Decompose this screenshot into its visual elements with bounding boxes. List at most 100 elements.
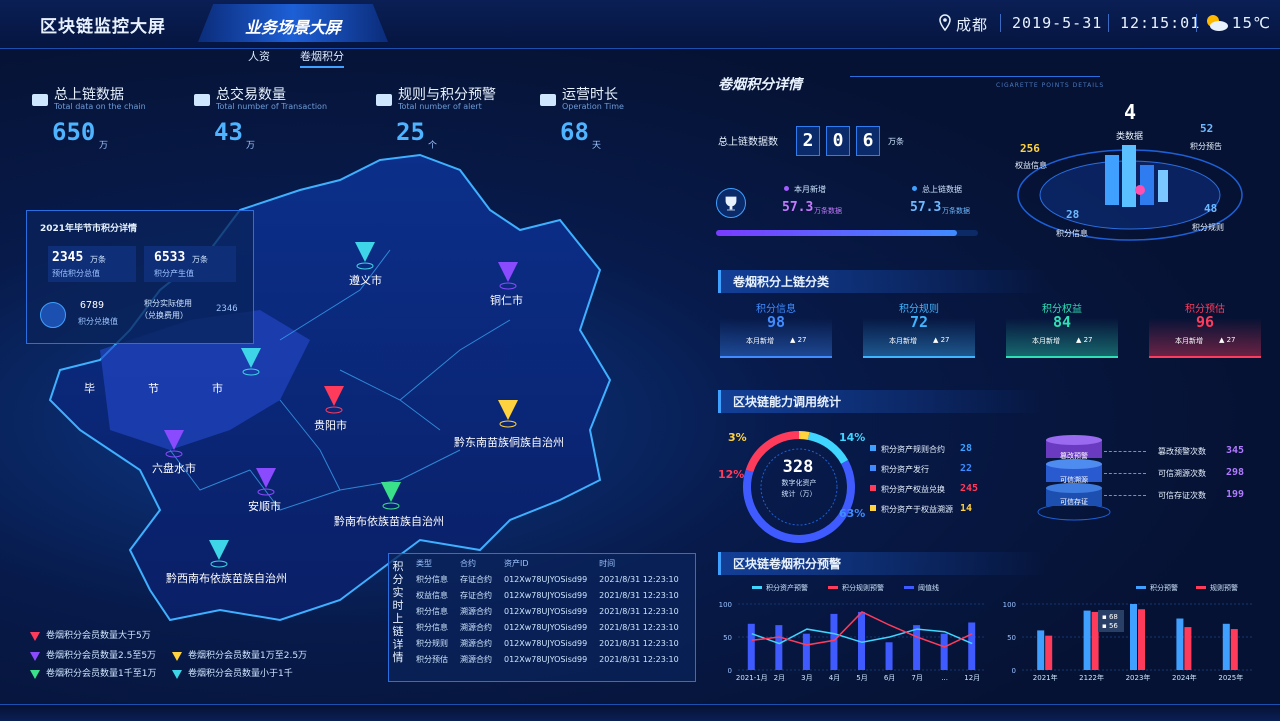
x-tick-label: 2月 [774,674,785,682]
table-cell: 012Xw78UJYOSisd99 [504,638,588,648]
ring-item-label: 积分规则 [1192,223,1224,232]
total-chain-label: 总上链数据数 [718,137,778,148]
map-marker-icon[interactable] [497,260,519,290]
table-row[interactable]: 积分信息 溯源合约 012Xw78UJYOSisd99 2021/8/31 12:23… [410,603,685,619]
map-region-label[interactable]: 铜仁市 [490,292,523,308]
ability-item-label: 积分资产发行 [881,465,929,474]
ability-item-value: 22 [960,463,973,474]
x-tick-label: 2021-1月 [736,674,768,682]
ability-item-label: 积分资产于权益溯源 [881,505,953,514]
legend-swatch [1136,586,1146,589]
table-row[interactable]: 积分规则 溯源合约 012Xw78UJYOSisd99 2021/8/31 12:23… [410,635,685,651]
legend-swatch [828,586,838,589]
map-marker-icon[interactable] [380,480,402,510]
table-row[interactable]: 积分信息 溯源合约 012Xw78UJYOSisd99 2021/8/31 12:23… [410,619,685,635]
subtab-cigarette-points[interactable]: 卷烟积分 [300,48,344,68]
map-region-label[interactable]: 遵义市 [349,272,382,288]
pct-label: 63% [839,507,866,520]
ring-item-label: 积分预告 [1190,142,1222,151]
ring-item-value: 48 [1204,202,1218,215]
bar [1083,610,1091,670]
total-chain-value: 57.3 [910,200,942,215]
donut-center-label: 数字化资产 [781,479,817,487]
map-marker-icon[interactable] [255,466,277,496]
table-cell: 2021/8/31 12:23:10 [599,590,679,600]
table-cell: 2021/8/31 12:23:10 [599,638,679,648]
map-region-label[interactable]: 六盘水市 [152,460,196,476]
map-region-label[interactable]: 毕 [84,380,95,396]
legend-marker-icon [172,648,182,661]
map-region-label[interactable]: 安顺市 [248,498,281,514]
table-row[interactable]: 权益信息 存证合约 012Xw78UJYOSisd99 2021/8/31 12:23… [410,587,685,603]
stack-label-tamper: 篡改预警 [1060,452,1088,460]
classify-card-value: 72 [909,313,929,331]
map-marker-icon[interactable] [208,538,230,568]
popup-produced-value: 6533 [154,250,186,265]
bar [1222,623,1230,670]
map-marker-icon[interactable] [497,398,519,428]
donut-center-value: 328 [782,457,814,477]
stack-label-evidence: 可信存证 [1060,498,1088,506]
chain-progress-fill [716,230,958,236]
pct-label: 3% [728,431,747,444]
classify-card-new-value: ▲ 27 [933,336,950,344]
table-cell: 积分信息 [416,574,448,584]
table-cell: 积分信息 [416,622,448,632]
bar [1045,635,1053,670]
map-region-label[interactable]: 贵阳市 [314,417,347,433]
ability-item-label: 积分资产规则合约 [881,445,945,454]
classify-card-new-label: 本月新增 [1032,337,1060,345]
app-title: 区块链监控大屏 [40,17,166,37]
popup-exchange-label: 积分兑换值 [78,317,118,326]
ability-title: 区块链能力调用统计 [718,390,1045,413]
ring-center-value: 4 [1124,100,1137,124]
legend-marker-icon [30,648,40,661]
y-tick-label: 0 [728,667,732,675]
legend-swatch [752,586,762,589]
map-region-label[interactable]: 黔西南布依族苗族自治州 [166,570,287,586]
x-tick-label: 5月 [856,674,867,682]
map-legend-label: 卷烟积分会员数量小于1千 [188,669,293,679]
stat-value: 68 [560,118,589,146]
x-tick-label: 12月 [964,674,980,682]
clock-icon [538,90,558,110]
legend-label: 积分资产预警 [766,583,808,592]
table-row[interactable]: 积分信息 存证合约 012Xw78UJYOSisd99 2021/8/31 12:23… [410,571,685,587]
map-region-label[interactable]: 黔南布依族苗族自治州 [334,513,444,529]
table-header: 资产ID [504,559,529,568]
table-row[interactable]: 积分预估 溯源合约 012Xw78UJYOSisd99 2021/8/31 12:23… [410,651,685,667]
realtime-table: 类型 合约 资产ID 时间 积分信息 存证合约 012Xw78UJYOSisd99 2021… [410,556,685,667]
connector-line [1104,473,1146,474]
map-region-label[interactable]: 节 [148,380,159,396]
popup-title: 2021年毕节市积分详情 [40,224,138,234]
ability-right-label: 可信溯源次数 [1158,469,1206,478]
legend-swatch [904,586,914,589]
map-marker-icon[interactable] [240,346,262,376]
classify-card-new-value: ▲ 27 [790,336,807,344]
table-cell: 存证合约 [460,574,492,584]
map-marker-icon[interactable] [323,384,345,414]
ring-center-label: 类数据 [1116,132,1144,142]
subtab-hr[interactable]: 人资 [248,48,270,64]
map-marker-icon[interactable] [163,428,185,458]
x-tick-label: 3月 [801,674,812,682]
bar [1176,618,1184,670]
tab-business-scene[interactable]: 业务场景大屏 [198,14,388,38]
bar [830,613,838,670]
popup-estimate-unit: 万条 [90,255,106,264]
map-region-label[interactable]: 市 [212,380,223,396]
map-marker-icon[interactable] [354,240,376,270]
classify-card-value: 98 [766,313,786,331]
bar [940,633,948,670]
table-cell: 积分信息 [416,606,448,616]
exchange-icon [40,302,66,328]
ring-item-value: 256 [1020,142,1040,155]
popup-exchange-value: 6789 [80,300,105,311]
table-header: 类型 [416,559,432,568]
table-cell: 溯源合约 [460,654,492,664]
map-region-label[interactable]: 黔东南苗族侗族自治州 [454,434,564,450]
stat-title: 运营时长 [562,87,618,103]
yearly-bar-chart: 100 50 0 2021年 2122年 2023年 2024年 2025年 积分预警 规则预警 ▪… [996,578,1260,683]
x-tick-label: 2122年 [1079,673,1104,682]
legend-marker-icon [172,666,182,679]
